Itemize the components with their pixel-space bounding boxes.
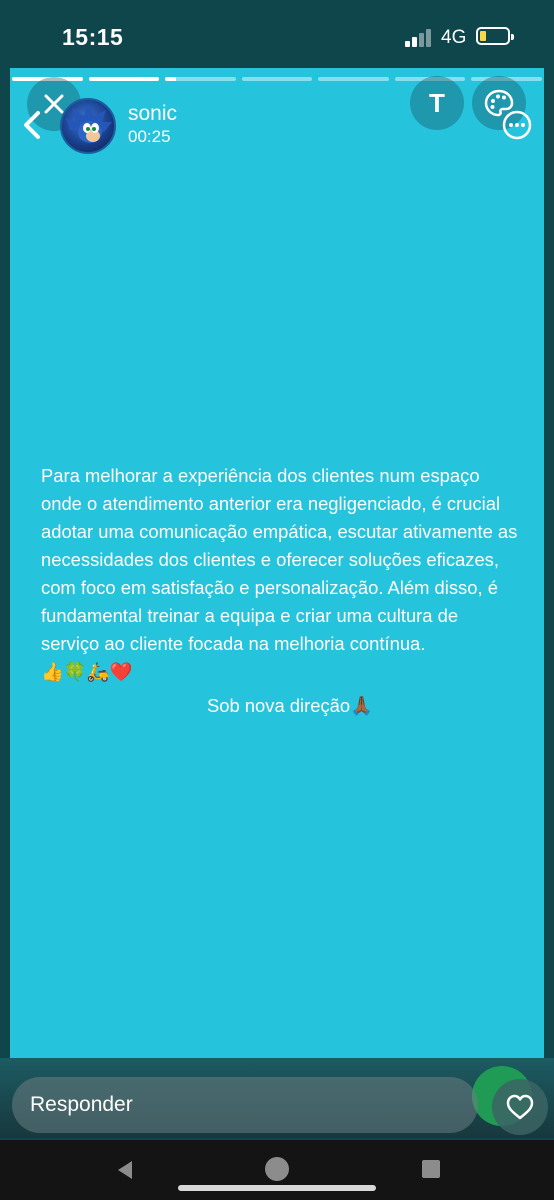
status-bar: 15:15 4G — [0, 0, 554, 70]
network-type: 4G — [441, 27, 467, 48]
progress-segment — [165, 77, 236, 81]
battery-icon — [476, 27, 514, 45]
nav-home-button[interactable] — [265, 1157, 289, 1181]
progress-segment — [88, 77, 160, 81]
progress-segment — [241, 77, 313, 81]
reply-input[interactable]: Responder — [12, 1077, 478, 1133]
text-tool-icon: T — [429, 88, 445, 118]
nav-back-button[interactable] — [113, 1158, 137, 1182]
caption-body: Para melhorar a experiência dos clientes… — [41, 465, 518, 654]
story-username[interactable]: sonic — [128, 102, 177, 126]
story-caption: Para melhorar a experiência dos clientes… — [41, 462, 519, 720]
progress-segment — [318, 77, 389, 81]
avatar-image — [66, 104, 112, 143]
signal-icon — [405, 29, 435, 47]
nav-recents-button[interactable] — [422, 1160, 440, 1178]
caption-emojis: 👍🍀🛵❤️ — [41, 661, 133, 682]
more-options-button[interactable] — [502, 110, 532, 140]
avatar[interactable] — [60, 98, 116, 154]
home-indicator[interactable] — [178, 1185, 376, 1191]
text-tool-button[interactable]: T — [410, 76, 464, 130]
caption-signature: Sob nova direção🙏🏾 — [206, 695, 374, 716]
chevron-left-icon — [24, 111, 40, 139]
like-button[interactable] — [492, 1079, 548, 1135]
nav-back-icon — [118, 1161, 132, 1179]
more-options-icon — [502, 110, 532, 140]
status-time: 15:15 — [62, 24, 124, 50]
back-button[interactable] — [18, 105, 48, 145]
story-viewer: 15:15 4G sonic 00:25 T Para melhorar a e… — [0, 0, 554, 1200]
story-elapsed-time: 00:25 — [128, 127, 171, 146]
story-progress — [12, 77, 543, 82]
heart-icon — [506, 1094, 534, 1120]
